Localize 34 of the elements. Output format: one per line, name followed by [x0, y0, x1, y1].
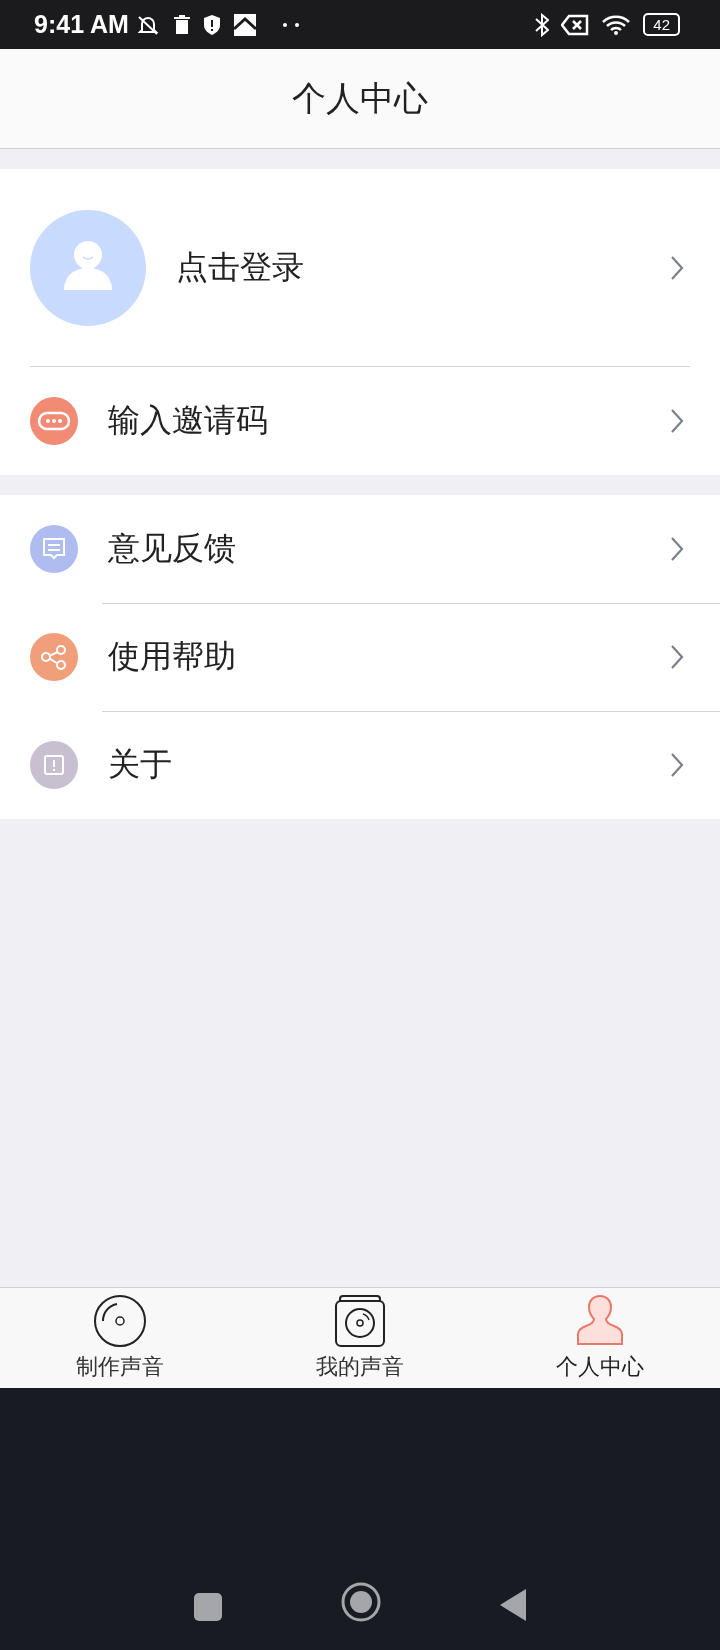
chevron-right-icon — [670, 408, 684, 434]
trash-icon — [172, 14, 191, 35]
battery-indicator: 42 — [643, 13, 680, 36]
menu-label: 意见反馈 — [108, 528, 237, 569]
chevron-right-icon — [670, 536, 684, 562]
tab[interactable]: 制作声音 — [0, 1288, 240, 1388]
status-time: 9:41 AM — [34, 10, 129, 39]
menu-label: 使用帮助 — [108, 636, 237, 677]
wifi-icon — [601, 13, 632, 36]
page-title: 个人中心 — [292, 76, 428, 120]
chevron-right-icon — [670, 644, 684, 670]
recents-button[interactable] — [193, 1592, 223, 1622]
menu-label: 输入邀请码 — [108, 400, 269, 441]
album-icon — [333, 1294, 387, 1348]
login-row[interactable]: 点击登录 — [0, 169, 720, 366]
menu-item[interactable]: 使用帮助 — [0, 603, 720, 711]
home-button[interactable] — [341, 1582, 381, 1622]
shield-icon — [202, 13, 221, 36]
bluetooth-icon — [535, 12, 550, 37]
no-sim-icon — [561, 13, 590, 36]
tab[interactable]: 我的声音 — [240, 1288, 480, 1388]
menu-item[interactable]: 关于 — [0, 711, 720, 819]
chevron-right-icon — [670, 254, 684, 281]
disc-icon — [93, 1294, 147, 1348]
tab[interactable]: 个人中心 — [480, 1288, 720, 1388]
image-icon — [232, 12, 257, 37]
avatar-icon — [30, 209, 146, 326]
back-button[interactable] — [499, 1588, 527, 1622]
menu-item[interactable]: 输入邀请码 — [30, 366, 690, 475]
menu-label: 关于 — [108, 744, 173, 785]
login-label: 点击登录 — [176, 246, 305, 288]
chevron-right-icon — [670, 752, 684, 778]
more-icon — [282, 22, 299, 27]
menu-item[interactable]: 意见反馈 — [0, 495, 720, 603]
